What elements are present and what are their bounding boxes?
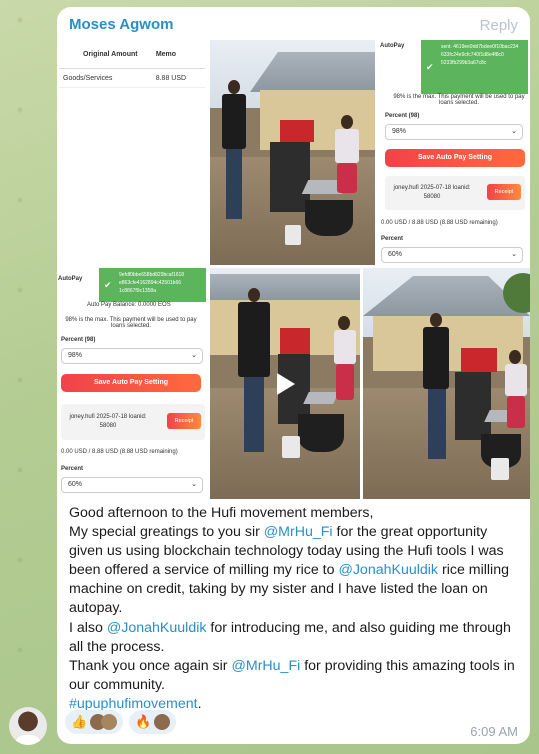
reaction-fire[interactable]: 🔥	[129, 710, 177, 734]
col-original-amount: Original Amount	[83, 50, 138, 58]
message-bubble: Moses Agwom Reply Original Amount Memo G…	[57, 7, 530, 744]
percent2-label: Percent	[61, 466, 84, 472]
percent-label: Percent (98)	[61, 337, 96, 343]
greeting-line: Good afternoon to the Hufi movement memb…	[69, 505, 374, 521]
amount-table: Original Amount Memo Goods/Services 8.88…	[59, 40, 205, 88]
loan-card: joney.hufi 2025-07-18 loanid: 58080 Rece…	[61, 404, 205, 440]
receipt-button[interactable]: Receipt	[487, 184, 521, 200]
percent-select[interactable]: 98% ⌄	[385, 124, 523, 140]
sender-avatar[interactable]	[9, 707, 47, 745]
save-autopay-button[interactable]: Save Auto Pay Setting	[61, 374, 201, 392]
success-toast: ✔ sent. 4619ee9dd7bdee0f10bac234 633fc24…	[421, 40, 528, 94]
photo-basin	[305, 200, 353, 236]
text-span: I also	[69, 619, 107, 636]
reactions-bar: 👍 🔥	[65, 710, 177, 736]
media-screenshot-autopay-1[interactable]: AutoPay ✔ sent. 4619ee9dd7bdee0f10bac234…	[377, 40, 530, 265]
mention-link[interactable]: @JonahKuuldik	[338, 562, 438, 578]
sender-name[interactable]: Moses Agwom	[69, 16, 173, 33]
max-note: 98% is the max. This payment will be use…	[393, 94, 525, 106]
success-toast: ✔ 9efdf0bbe658bd829bcaf1618 e863cfe41628…	[99, 268, 206, 302]
play-icon[interactable]	[277, 372, 295, 395]
percent-select[interactable]: 98% ⌄	[61, 348, 203, 364]
save-autopay-button[interactable]: Save Auto Pay Setting	[385, 149, 525, 167]
reply-button[interactable]: Reply	[480, 17, 518, 34]
photo-bucket	[282, 436, 300, 458]
chevron-down-icon: ⌄	[191, 352, 197, 359]
loan-text: joney.hufi 2025-07-18 loanid: 58080	[69, 414, 147, 429]
media-video-rice-mill[interactable]	[210, 268, 360, 499]
percent2-select[interactable]: 60% ⌄	[61, 477, 203, 493]
receipt-button[interactable]: Receipt	[167, 413, 201, 429]
mention-link[interactable]: @JonahKuuldik	[107, 620, 207, 636]
max-note: 98% is the max. This payment will be use…	[65, 317, 197, 329]
chevron-down-icon: ⌄	[511, 128, 517, 135]
percent2-select[interactable]: 60% ⌄	[381, 247, 523, 263]
media-photo-rice-mill-1[interactable]	[210, 40, 375, 265]
text-span: .	[197, 695, 202, 712]
photo-bucket	[285, 225, 301, 245]
reaction-thumbs-up[interactable]: 👍	[65, 710, 124, 734]
remaining-text: 0.00 USD / 8.88 USD (8.88 USD remaining)	[61, 449, 178, 455]
chevron-down-icon: ⌄	[191, 481, 197, 488]
loan-card: joney.hufi 2025-07-18 loanid: 58080 Rece…	[385, 176, 525, 210]
autopay-title: AutoPay	[58, 276, 83, 282]
media-screenshot-table[interactable]: Original Amount Memo Goods/Services 8.88…	[57, 40, 207, 265]
photo-roof	[210, 274, 360, 300]
mention-link[interactable]: @MrHu_Fi	[264, 524, 333, 540]
media-screenshot-autopay-2[interactable]: AutoPay ✔ 9efdf0bbe658bd829bcaf1618 e863…	[57, 268, 207, 499]
mention-link[interactable]: @MrHu_Fi	[231, 658, 300, 674]
percent-label: Percent (98)	[385, 113, 420, 119]
chevron-down-icon: ⌄	[511, 251, 517, 258]
table-row: Goods/Services 8.88 USD	[59, 69, 205, 88]
percent2-label: Percent	[381, 236, 404, 242]
photo-bucket	[491, 458, 509, 480]
percent-value: 98%	[68, 352, 83, 359]
remaining-text: 0.00 USD / 8.88 USD (8.88 USD remaining)	[381, 220, 498, 226]
autopay-title: AutoPay	[380, 43, 405, 49]
check-icon: ✔	[426, 62, 434, 72]
percent-value: 98%	[392, 128, 407, 135]
reactor-avatar	[101, 714, 118, 730]
loan-text: joney.hufi 2025-07-18 loanid: 58080	[393, 185, 471, 200]
text-span: My special greatings to you sir	[69, 524, 264, 541]
col-memo: Memo	[155, 50, 177, 58]
photo-basin	[298, 414, 344, 452]
fire-icon: 🔥	[135, 714, 152, 729]
toast-text: sent. 4619ee9dd7bdee0f10bac234 633fc24e9…	[441, 44, 519, 66]
table-header: Original Amount Memo	[59, 40, 205, 69]
thumbs-up-icon: 👍	[71, 714, 88, 729]
row-label: Goods/Services	[63, 74, 113, 82]
media-photo-rice-mill-2[interactable]	[363, 268, 530, 499]
balance-text: Auto Pay Balance: 0.0000 EOS	[87, 302, 171, 308]
message-text: Good afternoon to the Hufi movement memb…	[69, 504, 521, 714]
percent2-value: 60%	[388, 251, 403, 258]
text-span: Thank you once again sir	[69, 657, 232, 674]
row-value: 8.88 USD	[155, 74, 187, 82]
message-time: 6:09 AM	[470, 724, 518, 739]
reactor-avatar	[154, 714, 171, 730]
percent2-value: 60%	[68, 481, 83, 488]
check-icon: ✔	[104, 280, 112, 290]
toast-text: 9efdf0bbe658bd829bcaf1618 e863cfe4162894…	[119, 272, 185, 294]
